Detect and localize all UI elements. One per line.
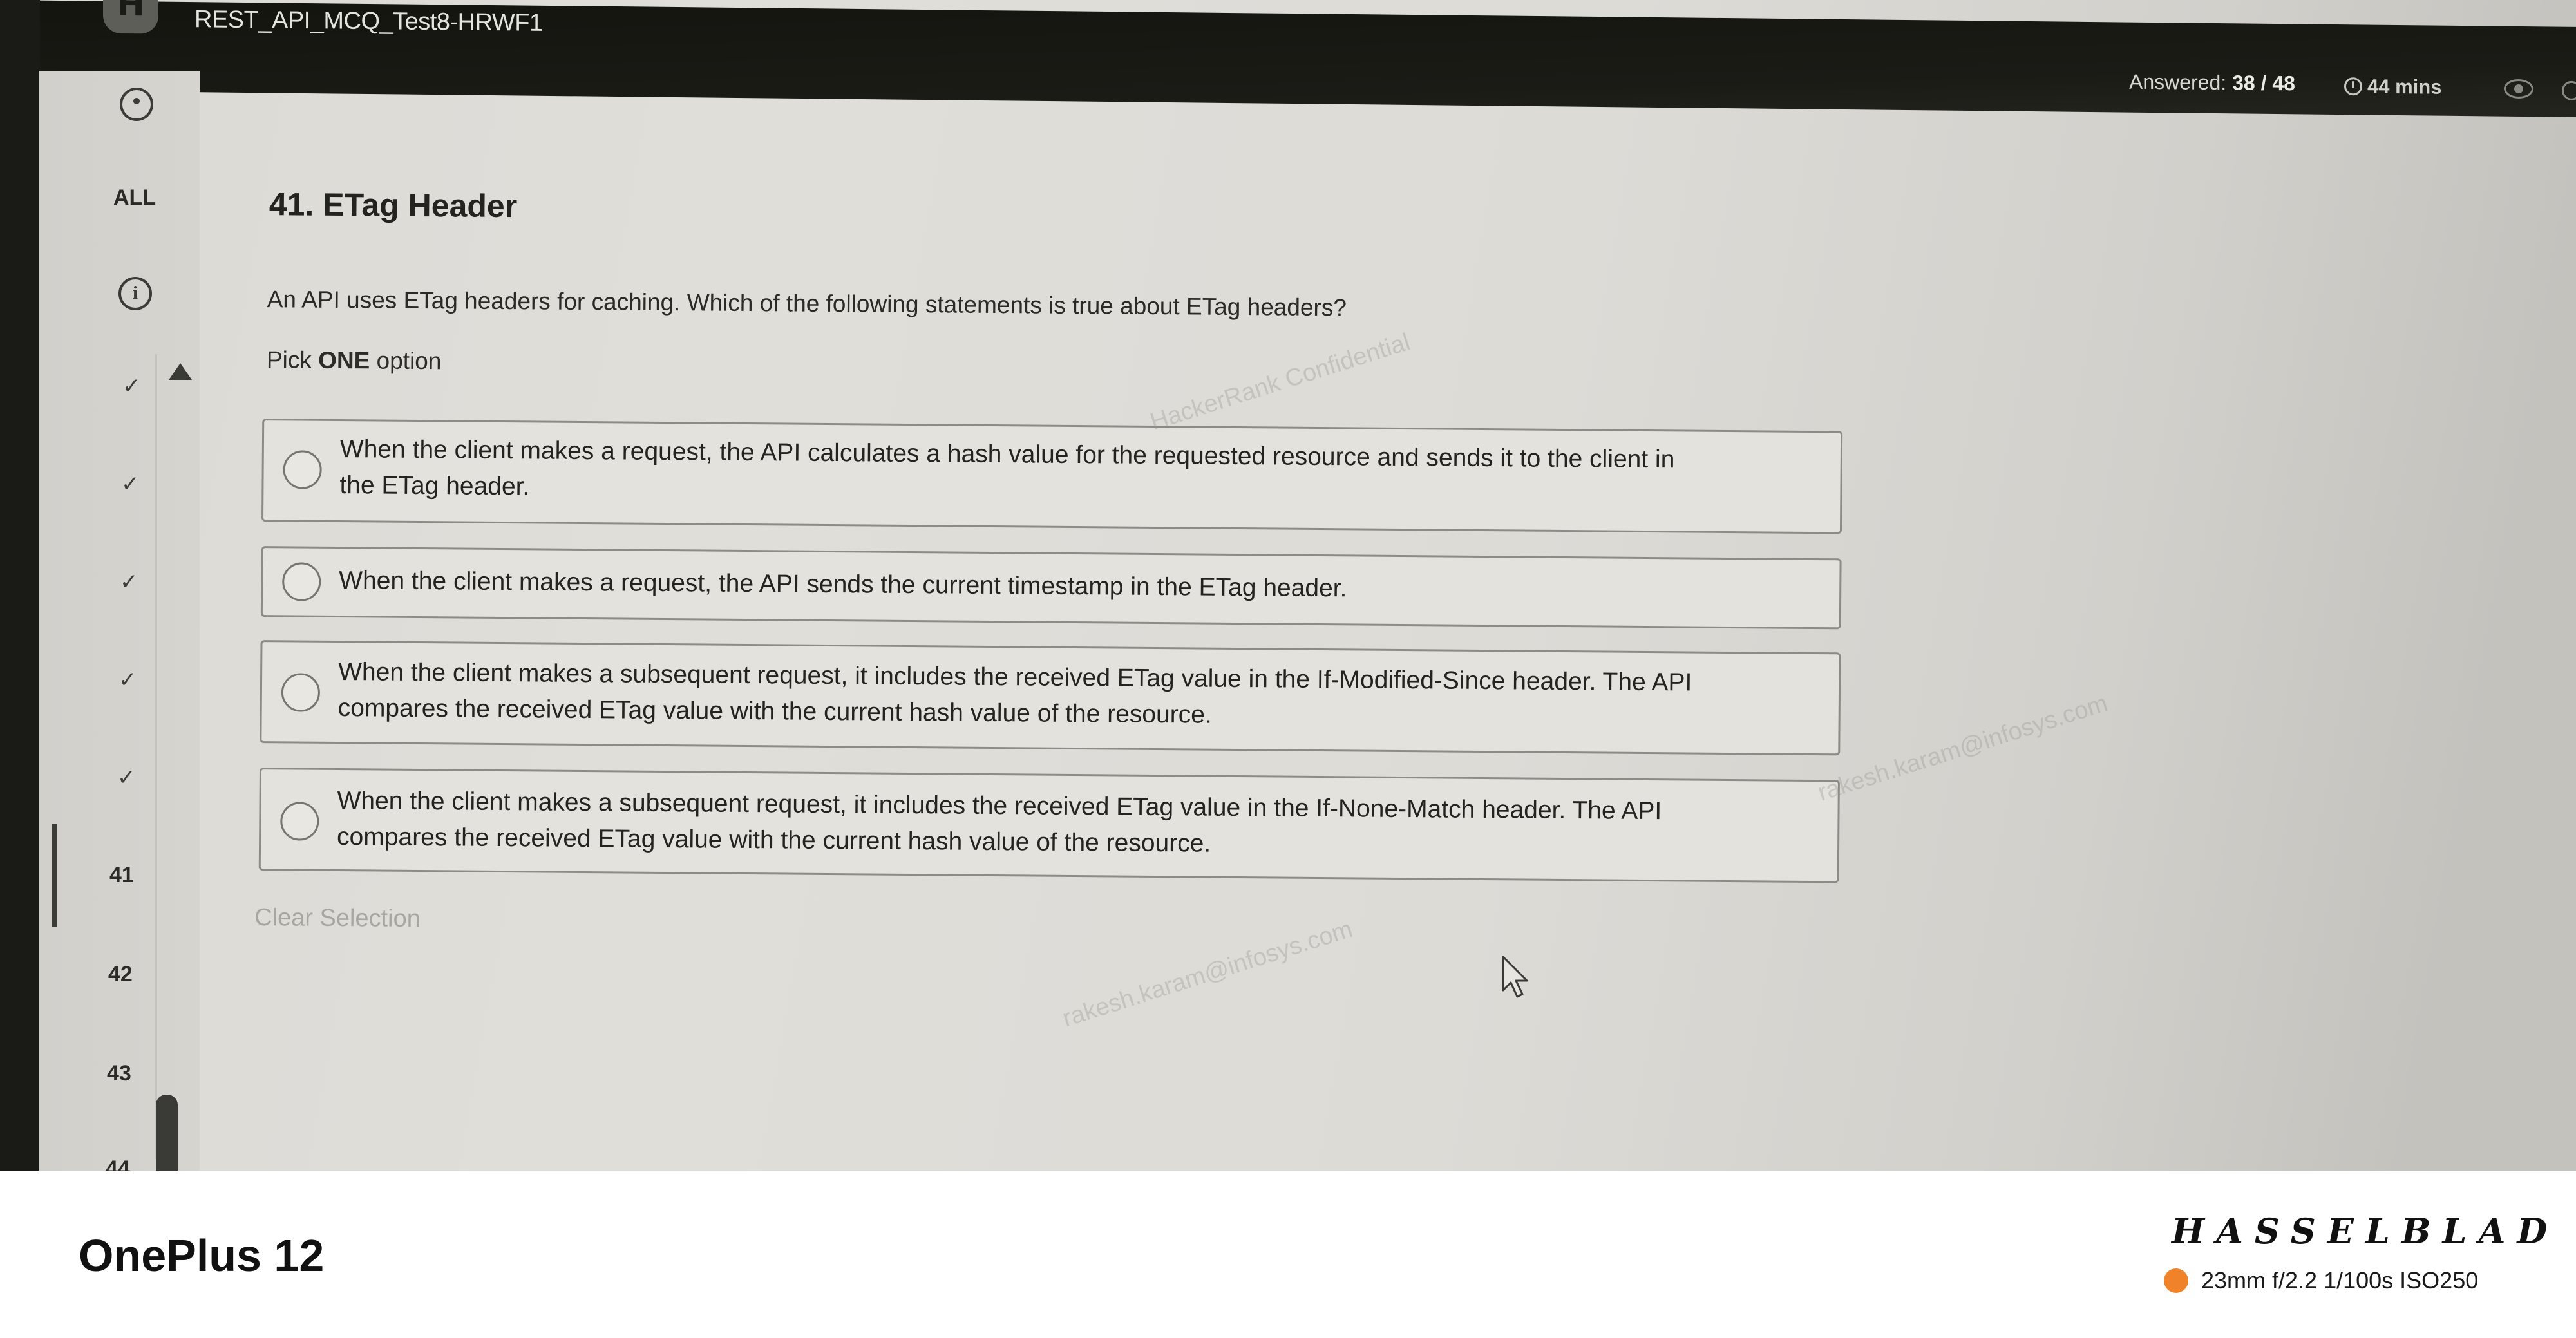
watermark: rakesh.karam@infosys.com xyxy=(1059,915,1356,1033)
answer-option-1[interactable]: When the client makes a request, the API… xyxy=(261,419,1843,534)
option-text: When the client makes a subsequent reque… xyxy=(337,783,1780,867)
clear-selection-link[interactable]: Clear Selection xyxy=(254,904,421,933)
watermark: rakesh.karam@infosys.com xyxy=(1814,690,2111,807)
answer-option-4[interactable]: When the client makes a subsequent reque… xyxy=(258,768,1840,883)
radio-button[interactable] xyxy=(281,673,321,712)
pick-instruction: Pick ONE option xyxy=(267,346,442,375)
radio-button[interactable] xyxy=(283,450,322,489)
radio-button[interactable] xyxy=(280,802,319,841)
exif-info: 23mm f/2.2 1/100s ISO250 xyxy=(2164,1267,2478,1294)
question-panel: 41. ETag Header An API uses ETag headers… xyxy=(0,0,2576,1171)
device-name: OnePlus 12 xyxy=(79,1230,325,1281)
photo-caption: OnePlus 12 HASSELBLAD 23mm f/2.2 1/100s … xyxy=(0,1171,2576,1338)
answer-option-3[interactable]: When the client makes a subsequent reque… xyxy=(260,640,1841,756)
option-text: When the client makes a request, the API… xyxy=(339,563,1781,610)
pick-prefix: Pick xyxy=(266,346,319,373)
answer-option-2[interactable]: When the client makes a request, the API… xyxy=(260,546,1842,630)
pick-suffix: option xyxy=(370,347,442,375)
option-text: When the client makes a request, the API… xyxy=(339,431,1783,515)
exif-text: 23mm f/2.2 1/100s ISO250 xyxy=(2201,1267,2479,1294)
watermark: HackerRank Confidential xyxy=(1147,328,1414,436)
screen-photo: H REST_API_MCQ_Test8-HRWF1 Answered: 38 … xyxy=(0,0,2576,1171)
mouse-cursor-icon xyxy=(1502,956,1528,998)
orange-dot-icon xyxy=(2164,1268,2188,1293)
radio-button[interactable] xyxy=(282,562,321,601)
question-title: 41. ETag Header xyxy=(269,186,518,225)
option-text: When the client makes a subsequent reque… xyxy=(338,654,1781,738)
pick-count: ONE xyxy=(317,346,370,374)
camera-brand: HASSELBLAD xyxy=(2172,1211,2559,1252)
option-line: When the client makes a request, the API… xyxy=(339,567,1347,603)
question-text: An API uses ETag headers for caching. Wh… xyxy=(267,286,1347,321)
